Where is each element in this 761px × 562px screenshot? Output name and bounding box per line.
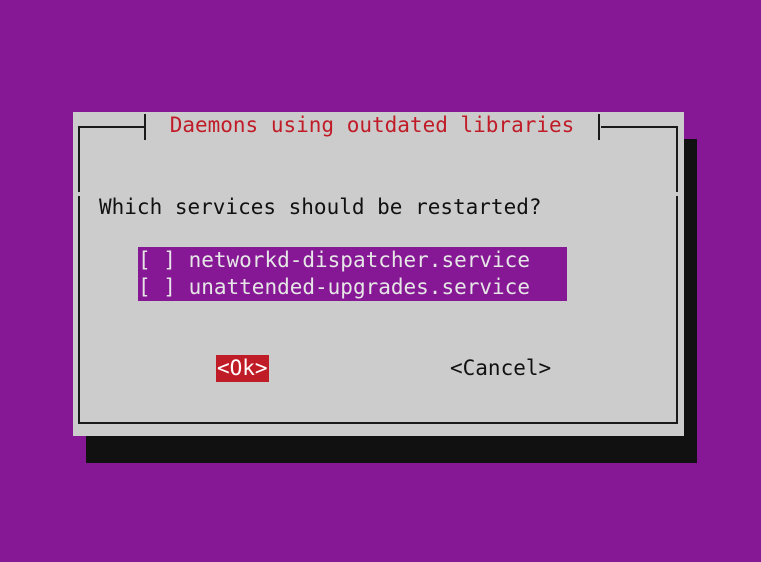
service-checklist: [ ] networkd-dispatcher.service [ ] unat… xyxy=(138,247,567,301)
checkbox[interactable]: [ ] xyxy=(138,275,176,299)
title-tick-left xyxy=(144,114,146,140)
ok-button[interactable]: <Ok> xyxy=(216,355,269,382)
dialog-title: Daemons using outdated libraries xyxy=(169,113,575,137)
dialog-prompt: Which services should be restarted? xyxy=(99,195,542,219)
frame-bottom xyxy=(78,422,678,424)
service-item-networkd-dispatcher[interactable]: [ ] networkd-dispatcher.service xyxy=(138,247,530,274)
service-label: networkd-dispatcher.service xyxy=(188,248,530,272)
frame-left-upper xyxy=(78,126,80,192)
frame-top-right xyxy=(601,126,678,128)
frame-right-upper xyxy=(676,126,678,192)
checkbox[interactable]: [ ] xyxy=(138,248,176,272)
service-label: unattended-upgrades.service xyxy=(188,275,530,299)
frame-right-lower xyxy=(676,196,678,424)
frame-top-left xyxy=(78,126,145,128)
restart-services-dialog: Daemons using outdated libraries Which s… xyxy=(73,112,684,436)
frame-left-lower xyxy=(78,196,80,424)
title-tick-right xyxy=(598,114,600,140)
cancel-button[interactable]: <Cancel> xyxy=(450,355,551,382)
service-item-unattended-upgrades[interactable]: [ ] unattended-upgrades.service xyxy=(138,274,530,301)
